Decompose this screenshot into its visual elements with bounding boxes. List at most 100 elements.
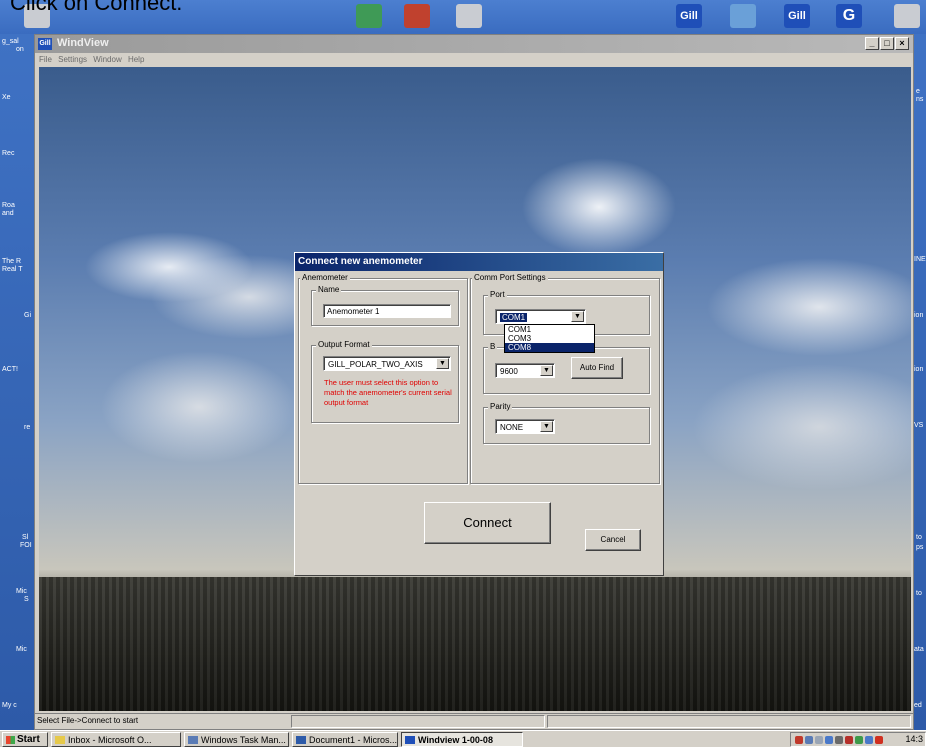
desktop-label[interactable]: FOI <box>20 542 32 549</box>
tray-icon[interactable] <box>815 736 823 744</box>
network-shortcut-icon[interactable] <box>456 4 482 28</box>
close-button[interactable]: × <box>895 37 909 50</box>
start-label: Start <box>17 734 40 745</box>
desktop-label[interactable]: The R <box>2 258 21 265</box>
window-titlebar[interactable]: Gill WindView _ □ × <box>35 35 913 53</box>
port-option[interactable]: COM3 <box>505 334 594 343</box>
desktop-label[interactable]: ps <box>916 544 923 551</box>
desktop-label[interactable]: S <box>24 596 29 603</box>
desktop-label[interactable]: Mic <box>16 646 27 653</box>
taskbar-item-document[interactable]: Document1 - Micros... <box>292 732 398 747</box>
port-option[interactable]: COM1 <box>505 325 594 334</box>
menu-bar: File Settings Window Help <box>35 53 913 67</box>
tray-icon[interactable] <box>845 736 853 744</box>
baud-group: B 9600 ▼ Auto Find <box>483 342 650 394</box>
task-label: Windows Task Man... <box>201 735 286 745</box>
desktop-label[interactable]: Mic <box>16 588 27 595</box>
port-value: COM1 <box>500 313 528 322</box>
desktop-label[interactable]: ion <box>914 366 923 373</box>
task-label: Document1 - Micros... <box>309 735 398 745</box>
output-format-note: The user must select this option to matc… <box>324 378 452 407</box>
gill-app-icon <box>405 736 415 744</box>
taskbar-item-inbox[interactable]: Inbox - Microsoft O... <box>51 732 181 747</box>
instruction-caption: Click on Connect. <box>10 0 183 15</box>
windows-flag-icon <box>6 736 15 744</box>
desktop-label[interactable]: to <box>916 590 922 597</box>
document-shortcut-icon[interactable] <box>404 4 430 28</box>
status-text: Select File->Connect to start <box>37 716 139 725</box>
desktop-label[interactable]: re <box>24 424 30 431</box>
desktop-label[interactable]: on <box>16 46 24 53</box>
minimize-button[interactable]: _ <box>865 37 879 50</box>
desktop-label[interactable]: My c <box>2 702 17 709</box>
desktop-label[interactable]: and <box>2 210 14 217</box>
comm-port-group: Comm Port Settings Port COM1 ▼ B 9600 ▼ <box>470 273 660 484</box>
auto-find-button[interactable]: Auto Find <box>571 357 623 379</box>
tray-icon[interactable] <box>875 736 883 744</box>
gill-shortcut-icon-2[interactable]: Gill <box>784 4 810 28</box>
status-bar: Select File->Connect to start <box>35 713 913 729</box>
maximize-button[interactable]: □ <box>880 37 894 50</box>
gill-app-icon: Gill <box>38 38 52 50</box>
desktop-label[interactable]: e <box>916 88 920 95</box>
tray-icon[interactable] <box>835 736 843 744</box>
printer-shortcut-icon[interactable] <box>894 4 920 28</box>
start-button[interactable]: Start <box>2 732 48 747</box>
menu-file[interactable]: File <box>39 55 52 64</box>
outlook-icon <box>55 736 65 744</box>
cancel-button[interactable]: Cancel <box>585 529 641 551</box>
gill-shortcut-icon[interactable]: Gill <box>676 4 702 28</box>
chevron-down-icon[interactable]: ▼ <box>540 421 553 432</box>
connect-button[interactable]: Connect <box>424 502 551 544</box>
tray-icon[interactable] <box>825 736 833 744</box>
chevron-down-icon[interactable]: ▼ <box>571 311 584 322</box>
screen: Gill Gill G Click on Connect. g_sal on X… <box>0 0 926 747</box>
desktop-label[interactable]: ACT! <box>2 366 18 373</box>
menu-help[interactable]: Help <box>128 55 144 64</box>
output-format-select[interactable]: GILL_POLAR_TWO_AXIS ▼ <box>323 356 451 371</box>
chevron-down-icon[interactable]: ▼ <box>436 358 449 369</box>
baud-select[interactable]: 9600 ▼ <box>495 363 555 378</box>
clock[interactable]: 14:3 <box>905 734 923 744</box>
menu-window[interactable]: Window <box>93 55 121 64</box>
dialog-titlebar[interactable]: Connect new anemometer <box>295 253 663 271</box>
background-sea <box>39 577 911 711</box>
desktop-label[interactable]: ata <box>914 646 924 653</box>
tools-shortcut-icon[interactable] <box>730 4 756 28</box>
desktop-left-strip: g_sal on Xe Rec Roa and The R Real T Gi … <box>0 34 34 730</box>
desktop-right-strip: e ns INE ion ion VS to ps to ata ed <box>914 34 926 730</box>
desktop-label[interactable]: ion <box>914 312 923 319</box>
desktop-label[interactable]: Gi <box>24 312 31 319</box>
port-option-highlighted[interactable]: COM8 <box>505 343 594 352</box>
task-label: Windview 1-00-08 <box>418 735 493 745</box>
name-group-label: Name <box>316 285 342 294</box>
tray-icon[interactable] <box>805 736 813 744</box>
port-dropdown-list[interactable]: COM1 COM3 COM8 <box>504 324 595 353</box>
tray-icon[interactable] <box>795 736 803 744</box>
window-title: WindView <box>57 37 109 49</box>
desktop-label[interactable]: ns <box>916 96 923 103</box>
parity-select[interactable]: NONE ▼ <box>495 419 555 434</box>
desktop-label[interactable]: Sl <box>22 534 28 541</box>
g-shortcut-icon[interactable]: G <box>836 4 862 28</box>
desktop-label[interactable]: INE <box>914 256 926 263</box>
tray-icon[interactable] <box>855 736 863 744</box>
baud-group-label: B <box>488 342 498 351</box>
taskbar-item-windview[interactable]: Windview 1-00-08 <box>401 732 523 747</box>
chevron-down-icon[interactable]: ▼ <box>540 365 553 376</box>
name-field[interactable]: Anemometer 1 <box>323 304 451 318</box>
desktop-label[interactable]: g_sal <box>2 38 19 45</box>
desktop-label[interactable]: VS <box>914 422 923 429</box>
app-shortcut-icon[interactable] <box>356 4 382 28</box>
desktop-label[interactable]: Roa <box>2 202 15 209</box>
desktop-label[interactable]: Xe <box>2 94 11 101</box>
desktop-label[interactable]: to <box>916 534 922 541</box>
menu-settings[interactable]: Settings <box>58 55 87 64</box>
port-select[interactable]: COM1 ▼ <box>495 309 586 324</box>
anemometer-group: Anemometer Name Anemometer 1 Output Form… <box>298 273 468 484</box>
taskbar-item-task-manager[interactable]: Windows Task Man... <box>184 732 289 747</box>
desktop-label[interactable]: Real T <box>2 266 23 273</box>
desktop-label[interactable]: ed <box>914 702 922 709</box>
desktop-label[interactable]: Rec <box>2 150 14 157</box>
tray-icon[interactable] <box>865 736 873 744</box>
